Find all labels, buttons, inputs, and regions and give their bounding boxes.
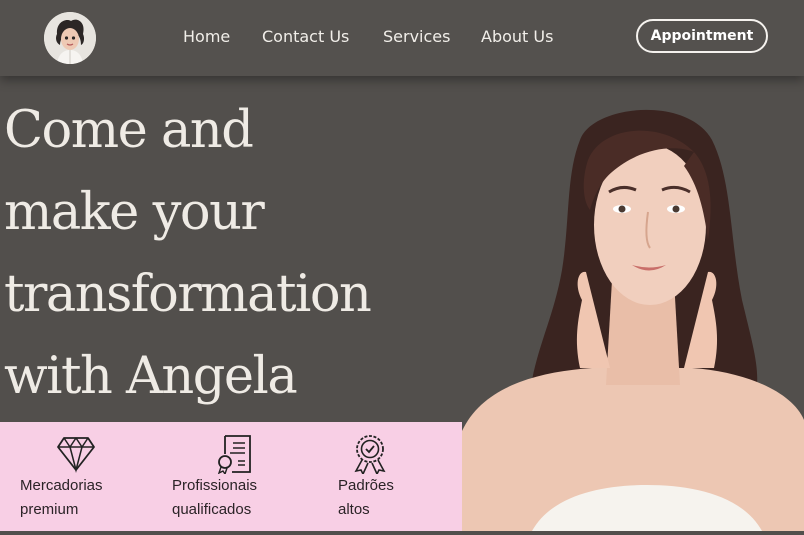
hero-line-3: transformation [4,265,372,324]
nav-about-us[interactable]: About Us [481,26,553,48]
feature-premium-goods: Mercadorias premium [20,434,103,522]
diamond-icon [56,434,103,474]
feature-label-line2: altos [338,501,370,518]
features-band: Mercadorias premium Profissionais qualif… [0,422,462,531]
nav-home[interactable]: Home [183,26,230,48]
hero-line-4: with Angela [4,347,298,406]
feature-high-standards: Padrões altos [338,434,394,522]
feature-label-line2: premium [20,501,79,518]
hero-line-2: make your [4,183,265,242]
award-ribbon-icon [350,434,394,474]
feature-qualified-professionals: Profissionais qualificados [172,434,257,522]
feature-label-line1: Padrões [338,477,394,494]
nav-services[interactable]: Services [383,26,450,48]
hero-heading: Come and make your transformation with A… [4,90,372,418]
nav-contact-us[interactable]: Contact Us [262,26,349,48]
hero-line-1: Come and [4,101,254,160]
feature-label-line2: qualificados [172,501,252,518]
appointment-button[interactable]: Appointment [636,19,768,53]
site-header: Home Contact Us Services About Us Appoin… [0,0,804,76]
feature-label-line1: Mercadorias [20,477,103,494]
hero-portrait-image [462,100,804,531]
feature-label-line1: Profissionais [172,477,258,494]
certificate-document-icon [216,434,257,474]
logo-avatar[interactable] [44,12,96,64]
